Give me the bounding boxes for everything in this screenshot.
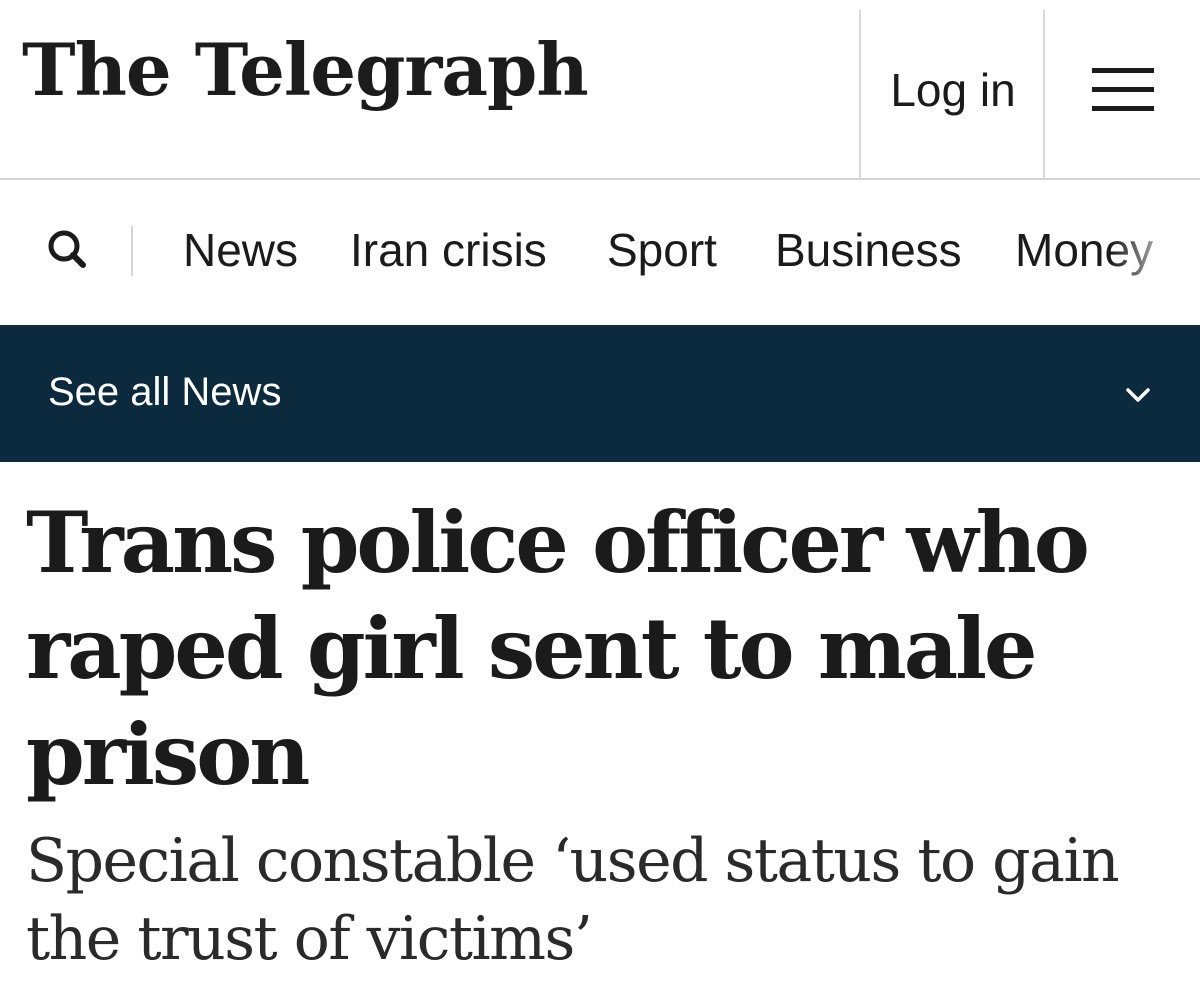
article-standfirst: Special constable ‘used status to gain t…: [26, 826, 1120, 974]
chevron-down-icon: [1126, 388, 1150, 402]
nav-item-news[interactable]: News: [183, 222, 298, 278]
see-all-news-bar[interactable]: See all News: [0, 325, 1200, 462]
nav-item-business[interactable]: Business: [775, 222, 962, 278]
nav-item-money[interactable]: Money: [1015, 222, 1153, 278]
nav-item-sport[interactable]: Sport: [607, 222, 717, 278]
nav-divider: [131, 226, 133, 276]
header-divider: [1043, 10, 1045, 178]
search-icon: [48, 230, 86, 268]
hamburger-menu-icon: [1092, 68, 1154, 111]
nav-item-iran-crisis[interactable]: Iran crisis: [350, 222, 547, 278]
login-button[interactable]: Log in: [862, 0, 1044, 180]
see-all-news-label: See all News: [48, 370, 282, 414]
site-header: The Telegraph Log in: [0, 0, 1200, 180]
search-button[interactable]: [40, 222, 96, 278]
header-divider: [859, 10, 861, 178]
primary-nav: News Iran crisis Sport Business Money: [0, 182, 1200, 325]
menu-button[interactable]: [1046, 0, 1200, 180]
article-headline: Trans police officer who raped girl sent…: [26, 493, 1090, 804]
telegraph-logo[interactable]: The Telegraph: [22, 34, 589, 106]
